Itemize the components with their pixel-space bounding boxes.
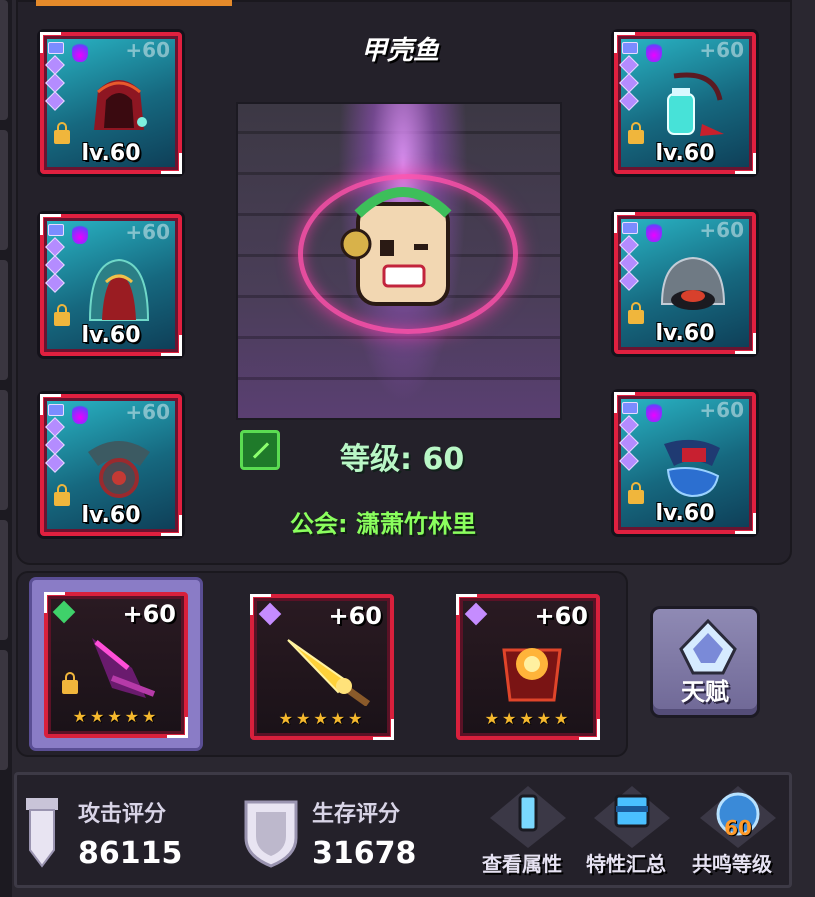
weapon-slot-2[interactable]: +60 ★★★★★	[250, 594, 394, 740]
survival-score-value: 31678	[312, 836, 417, 871]
character-name: 甲壳鱼	[360, 36, 439, 66]
left-edge-strip	[0, 0, 12, 897]
golden-spear-weapon-icon	[287, 639, 371, 706]
traits-summary-label[interactable]: 特性汇总	[586, 848, 666, 877]
stone-bell-icon	[660, 256, 726, 310]
traits-summary-icon[interactable]	[592, 784, 672, 850]
talent-emblem-icon	[679, 619, 737, 675]
character-level: 等级: 60	[340, 442, 465, 477]
attack-score-label: 攻击评分	[78, 802, 167, 827]
potion-relic-icon	[667, 72, 724, 136]
flame-icon	[646, 400, 662, 422]
equipment-slot-boots[interactable]: +60 lv.60	[614, 392, 756, 534]
star-rating: ★★★★★	[484, 709, 572, 728]
tab-indicator	[36, 0, 232, 6]
talent-button[interactable]: 天赋	[650, 606, 760, 718]
fire-shield-weapon-icon	[502, 648, 562, 702]
attack-score-value: 86115	[78, 836, 183, 871]
blue-boots-icon	[664, 439, 720, 498]
flame-icon	[72, 40, 88, 62]
star-rating: ★★★★★	[278, 709, 366, 728]
shield-icon	[244, 800, 298, 868]
equipment-slot-helmet[interactable]: +60 lv.60	[40, 32, 182, 174]
lock-icon	[62, 672, 78, 694]
star-rating: ★★★★★	[72, 707, 160, 726]
sword-icon	[26, 798, 58, 868]
purple-claw-weapon-icon	[92, 638, 156, 698]
resonance-level-value: 60	[724, 816, 752, 840]
equipment-slot-relic[interactable]: +60 lv.60	[614, 32, 756, 174]
flame-icon	[72, 402, 88, 424]
red-hood-helmet-icon	[94, 80, 147, 130]
weapon-slot-1[interactable]: +60 ★★★★★	[44, 592, 188, 738]
hero-sprite	[340, 187, 452, 306]
equipment-slot-amulet[interactable]: +60 lv.60	[40, 394, 182, 536]
dark-amulet-icon	[88, 441, 150, 498]
guild-badge-icon[interactable]	[240, 430, 280, 470]
weapon-slot-3[interactable]: +60 ★★★★★	[456, 594, 600, 740]
view-attributes-icon[interactable]	[488, 784, 568, 850]
flame-icon	[72, 222, 88, 244]
flame-icon	[646, 40, 662, 62]
red-robe-armor-icon	[88, 258, 150, 321]
guild-name: 公会: 潇萧竹林里	[290, 510, 476, 538]
equipment-slot-armor[interactable]: +60 lv.60	[40, 214, 182, 356]
character-portrait	[236, 102, 562, 420]
resonance-level-label[interactable]: 共鸣等级	[692, 848, 772, 877]
flame-icon	[646, 220, 662, 242]
view-attributes-label[interactable]: 查看属性	[482, 848, 562, 877]
equipment-slot-bell[interactable]: +60 lv.60	[614, 212, 756, 354]
survival-score-label: 生存评分	[312, 802, 401, 827]
